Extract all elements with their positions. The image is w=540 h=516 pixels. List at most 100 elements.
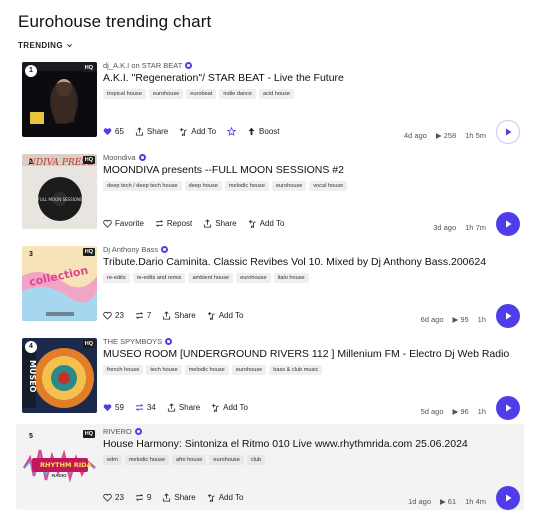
- like-button[interactable]: 23: [103, 493, 124, 502]
- share-button[interactable]: Share: [162, 311, 196, 320]
- like-count: 23: [115, 493, 124, 502]
- track-row[interactable]: 1 HQ dj_A.K.I on STAR BEAT A.K.I. "Regen…: [16, 58, 524, 144]
- track-row[interactable]: RHYTHM RIDA RADIO 5 HQ RIVERO House Harm…: [16, 424, 524, 510]
- add-to-label: Add To: [223, 403, 248, 412]
- genre-tag[interactable]: tech house: [146, 365, 182, 375]
- genre-tag[interactable]: eurohouse: [148, 89, 184, 99]
- genre-tag[interactable]: edm: [103, 455, 122, 465]
- track-row[interactable]: collection 3 HQ Dj Anthony Bass Tribute.…: [16, 242, 524, 328]
- track-row[interactable]: MUSEO 4 HQ THE SPYMBOYS MUSEO ROOM [UNDE…: [16, 334, 524, 420]
- artist-link[interactable]: Moondiva: [103, 153, 136, 162]
- page-header: Eurohouse trending chart TRENDING: [18, 12, 211, 50]
- genre-tag[interactable]: bass & club music: [269, 365, 323, 375]
- genre-tag[interactable]: eurohouse: [271, 181, 307, 191]
- share-button[interactable]: Share: [167, 403, 200, 412]
- track-title[interactable]: MOONDIVA presents --FULL MOON SESSIONS #…: [103, 164, 518, 176]
- favorite-label: Favorite: [115, 219, 144, 228]
- genre-tag[interactable]: re-edits: [103, 273, 130, 283]
- share-label: Share: [146, 127, 169, 136]
- genre-tag[interactable]: indie dance: [219, 89, 256, 99]
- boost-button[interactable]: Boost: [247, 127, 280, 136]
- share-icon: [163, 311, 171, 320]
- add-to-button[interactable]: Add To: [248, 219, 284, 228]
- repost-button[interactable]: 9: [135, 493, 151, 502]
- add-to-button[interactable]: Add To: [207, 311, 243, 320]
- artist-link[interactable]: Dj Anthony Bass: [103, 245, 158, 254]
- verified-icon: [138, 153, 146, 161]
- genre-tag[interactable]: afro house: [171, 455, 207, 465]
- track-title[interactable]: MUSEO ROOM [UNDERGROUND RIVERS 112 ] Mil…: [103, 348, 518, 360]
- upload-age: 6d ago: [420, 315, 444, 324]
- like-count: 59: [115, 403, 124, 412]
- genre-tag[interactable]: eurobeat: [186, 89, 217, 99]
- like-button[interactable]: 65: [103, 127, 124, 136]
- track-title[interactable]: Tribute.Dario Caminita. Classic Revibes …: [103, 256, 518, 268]
- genre-tag[interactable]: re-edits and remix: [132, 273, 186, 283]
- favorite-button[interactable]: Favorite: [103, 219, 144, 228]
- genre-tag[interactable]: club: [246, 455, 266, 465]
- share-button[interactable]: Share: [162, 493, 196, 502]
- upload-age: 4d ago: [403, 131, 427, 140]
- add-to-playlist-icon: [207, 311, 215, 320]
- play-button[interactable]: [496, 486, 520, 510]
- artist-link[interactable]: RIVERO: [103, 427, 132, 436]
- repost-button[interactable]: Repost: [155, 219, 192, 228]
- genre-tag[interactable]: deep house: [184, 181, 222, 191]
- hq-badge: HQ: [82, 248, 95, 256]
- genre-tag[interactable]: deep tech / deep tech house: [103, 181, 182, 191]
- genre-tag[interactable]: tropical house: [103, 89, 146, 99]
- verified-icon: [165, 337, 173, 345]
- favorite-star-button[interactable]: [227, 127, 237, 136]
- like-button[interactable]: 23: [103, 311, 124, 320]
- track-cover[interactable]: 1 HQ: [22, 62, 97, 137]
- plays-icon: ▶: [452, 315, 459, 324]
- boost-icon: [248, 127, 255, 136]
- heart-outline-icon: [103, 493, 112, 502]
- genre-tag[interactable]: eurohouse: [231, 365, 267, 375]
- repost-active-icon: [135, 403, 144, 412]
- hq-badge: HQ: [82, 430, 95, 438]
- play-button[interactable]: [496, 120, 520, 144]
- share-button[interactable]: Share: [203, 219, 237, 228]
- verified-icon: [161, 245, 169, 253]
- track-title[interactable]: House Harmony: Sintoniza el Ritmo 010 Li…: [103, 438, 518, 450]
- genre-tag[interactable]: melodic house: [124, 455, 169, 465]
- add-to-button[interactable]: Add To: [211, 403, 248, 412]
- play-button[interactable]: [496, 304, 520, 328]
- repost-button[interactable]: 34: [135, 403, 156, 412]
- share-label: Share: [174, 493, 196, 502]
- track-title[interactable]: A.K.I. "Regeneration"/ STAR BEAT - Live …: [103, 72, 518, 84]
- add-to-label: Add To: [218, 493, 244, 502]
- cover-text: RHYTHM RIDA: [40, 461, 92, 469]
- genre-tag[interactable]: eurohouse: [209, 455, 244, 465]
- add-to-button[interactable]: Add To: [207, 493, 244, 502]
- genre-tag[interactable]: french house: [103, 365, 144, 375]
- play-button[interactable]: [496, 396, 520, 420]
- artist-link[interactable]: dj_A.K.I on STAR BEAT: [103, 61, 182, 70]
- genre-tag[interactable]: ambient house: [188, 273, 234, 283]
- genre-tag[interactable]: italo house: [273, 273, 309, 283]
- repost-button[interactable]: 7: [135, 311, 151, 320]
- genre-tag[interactable]: eurohouse: [236, 273, 271, 283]
- track-row[interactable]: NDIVA PRESE FULL MOON SESSIONS 2 HQ Moon…: [16, 150, 524, 236]
- share-button[interactable]: Share: [135, 127, 168, 136]
- play-button[interactable]: [496, 212, 520, 236]
- genre-tag[interactable]: vocal house: [309, 181, 348, 191]
- track-cover[interactable]: collection 3 HQ: [22, 246, 97, 321]
- artist-link[interactable]: THE SPYMBOYS: [103, 337, 162, 346]
- genre-tag[interactable]: melodic house: [184, 365, 229, 375]
- upload-age: 3d ago: [433, 223, 457, 232]
- trending-filter-dropdown[interactable]: TRENDING: [18, 41, 211, 50]
- add-to-button[interactable]: Add To: [179, 127, 216, 136]
- track-cover[interactable]: RHYTHM RIDA RADIO 5 HQ: [22, 428, 97, 503]
- track-cover[interactable]: NDIVA PRESE FULL MOON SESSIONS 2 HQ: [22, 154, 97, 229]
- track-cover[interactable]: MUSEO 4 HQ: [22, 338, 97, 413]
- cover-subtext: RADIO: [52, 473, 67, 478]
- duration: 1h 4m: [465, 497, 486, 506]
- duration: 1h: [477, 407, 486, 416]
- heart-filled-icon: [103, 404, 112, 412]
- genre-tag[interactable]: acid house: [258, 89, 295, 99]
- share-icon: [163, 493, 171, 502]
- genre-tag[interactable]: melodic house: [224, 181, 269, 191]
- like-button[interactable]: 59: [103, 403, 124, 412]
